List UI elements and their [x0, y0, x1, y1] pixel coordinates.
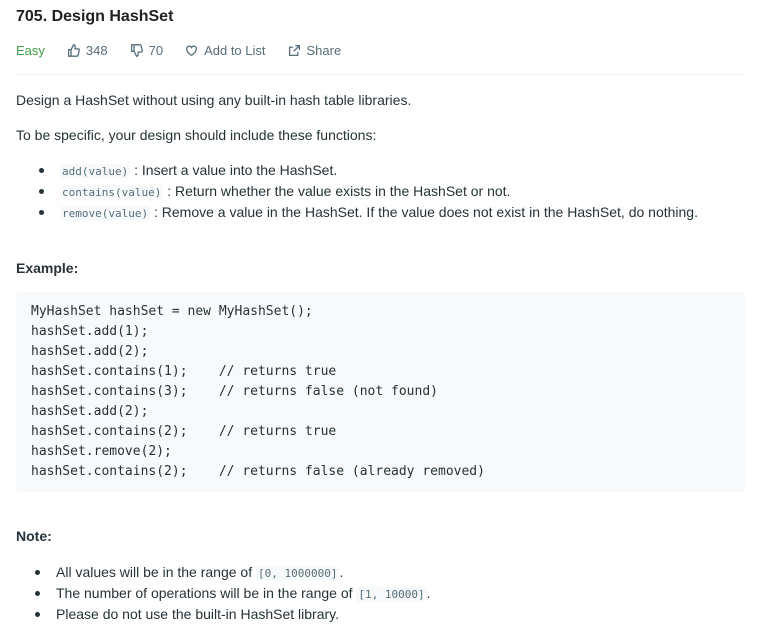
- function-description: : Return whether the value exists in the…: [167, 183, 511, 199]
- list-item: contains(value) : Return whether the val…: [39, 181, 698, 202]
- difficulty-label: Easy: [16, 43, 45, 58]
- note-suffix: .: [339, 564, 344, 580]
- note-text: The number of operations will be in the …: [56, 585, 353, 601]
- share-label: Share: [306, 43, 342, 58]
- like-button[interactable]: 348: [67, 43, 108, 58]
- add-to-list-label: Add to List: [204, 43, 266, 58]
- code-line: hashSet.add(2);: [31, 404, 149, 419]
- function-code: add(value): [60, 164, 131, 179]
- list-item: Please do not use the built-in HashSet l…: [35, 604, 431, 625]
- code-line: MyHashSet hashSet = new MyHashSet();: [31, 304, 313, 319]
- code-line: hashSet.contains(2); // returns true: [31, 424, 337, 439]
- dislike-button[interactable]: 70: [130, 43, 163, 58]
- intro-paragraph: Design a HashSet without using any built…: [16, 92, 412, 108]
- note-text: All values will be in the range of: [56, 564, 253, 580]
- note-suffix: .: [426, 585, 431, 601]
- code-line: hashSet.contains(1); // returns true: [31, 364, 337, 379]
- thumbs-up-icon: [67, 44, 80, 57]
- header-divider: [16, 74, 745, 75]
- function-description: : Remove a value in the HashSet. If the …: [153, 204, 698, 220]
- list-item: The number of operations will be in the …: [35, 583, 431, 604]
- code-line: hashSet.add(1);: [31, 324, 149, 339]
- code-line: hashSet.remove(2);: [31, 444, 172, 459]
- problem-meta-bar: Easy 348 70 Add to List Share: [16, 43, 363, 58]
- list-item: add(value) : Insert a value into the Has…: [39, 160, 698, 181]
- function-description: : Insert a value into the HashSet.: [134, 162, 338, 178]
- example-heading: Example:: [16, 260, 79, 276]
- like-count: 348: [85, 43, 108, 58]
- list-item: All values will be in the range of [0, 1…: [35, 562, 431, 583]
- note-list: All values will be in the range of [0, 1…: [16, 562, 431, 625]
- function-list: add(value) : Insert a value into the Has…: [16, 160, 698, 223]
- note-code: [1, 10000]: [356, 587, 427, 602]
- problem-page: 705. Design HashSet Easy 348 70 Add to L…: [0, 0, 758, 644]
- code-line: hashSet.contains(3); // returns false (n…: [31, 384, 438, 399]
- thumbs-down-icon: [130, 44, 143, 57]
- problem-title: 705. Design HashSet: [16, 8, 174, 25]
- heart-icon: [186, 45, 198, 57]
- example-code-block: MyHashSet hashSet = new MyHashSet(); hash…: [16, 292, 745, 492]
- note-text: Please do not use the built-in HashSet l…: [56, 606, 340, 622]
- note-heading: Note:: [16, 528, 52, 544]
- specific-paragraph: To be specific, your design should inclu…: [16, 127, 377, 143]
- function-code: contains(value): [60, 185, 164, 200]
- code-line: hashSet.contains(2); // returns false (a…: [31, 464, 485, 479]
- note-code: [0, 1000000]: [256, 566, 340, 581]
- dislike-count: 70: [148, 43, 164, 58]
- function-code: remove(value): [60, 206, 151, 221]
- share-icon: [288, 44, 300, 57]
- share-button[interactable]: Share: [288, 43, 342, 58]
- add-to-list-button[interactable]: Add to List: [185, 43, 266, 58]
- code-line: hashSet.add(2);: [31, 344, 149, 359]
- list-item: remove(value) : Remove a value in the Ha…: [39, 202, 698, 223]
